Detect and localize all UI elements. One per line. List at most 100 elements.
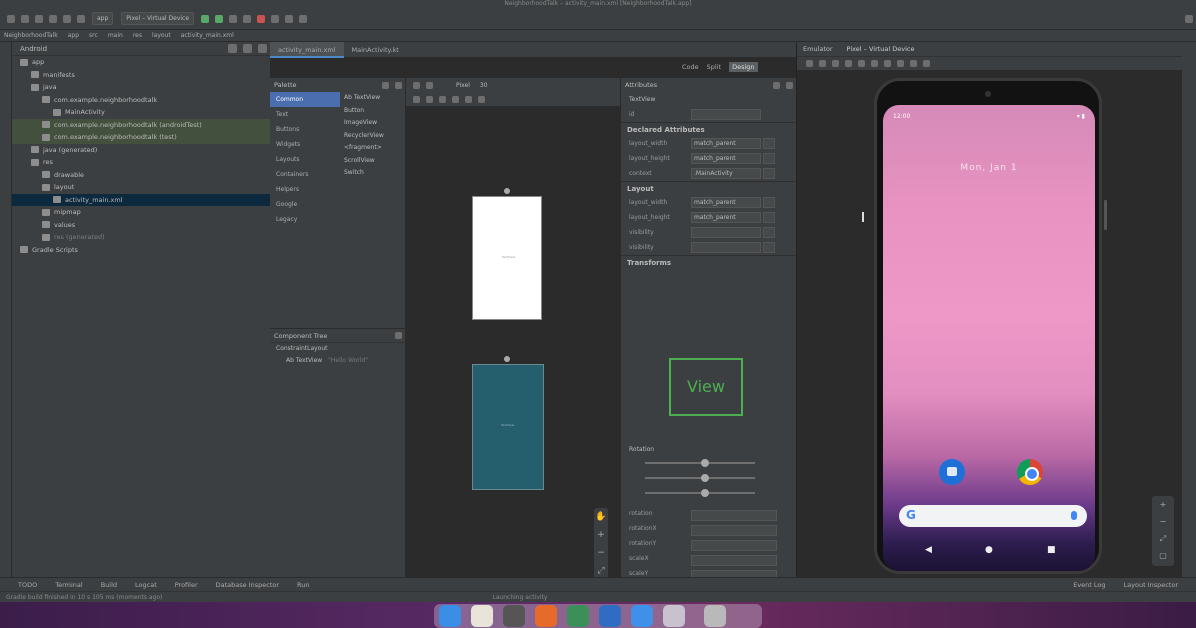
code-view-button[interactable]: Code xyxy=(682,63,699,71)
tree-node-constraint-layout[interactable]: ConstraintLayout xyxy=(270,343,405,355)
breadcrumb-item[interactable]: activity_main.xml xyxy=(181,32,234,39)
launchpad-icon[interactable] xyxy=(471,605,493,627)
palette-widget[interactable]: Button xyxy=(340,105,384,118)
open-folder-icon[interactable] xyxy=(7,14,15,23)
tree-node-textview[interactable]: Ab TextView "Hello World" xyxy=(270,355,405,367)
tree-item[interactable]: layout xyxy=(12,181,270,194)
attr-value-field[interactable]: match_parent xyxy=(691,197,761,208)
todo-tab[interactable]: TODO xyxy=(18,581,37,589)
tree-item[interactable]: res xyxy=(12,156,270,169)
attr-value-field[interactable] xyxy=(691,525,777,536)
tree-item[interactable]: com.example.neighborhoodtalk (test) xyxy=(12,131,270,144)
palette-category[interactable]: Google xyxy=(270,197,340,212)
zoom-in-button[interactable]: + xyxy=(1152,496,1174,513)
left-tool-strip[interactable] xyxy=(0,42,12,577)
fit-screen-button[interactable]: ⤢ xyxy=(1152,530,1174,547)
zoom-out-button[interactable]: − xyxy=(1152,513,1174,530)
attr-value-field[interactable]: .MainActivity xyxy=(691,168,761,179)
declared-attributes-section[interactable]: Declared Attributes xyxy=(621,122,796,136)
nav-home-button[interactable]: ● xyxy=(985,545,993,555)
tree-item[interactable]: manifests xyxy=(12,69,270,82)
magnet-icon[interactable] xyxy=(426,95,433,103)
breadcrumb-item[interactable]: main xyxy=(108,32,123,39)
volume-up-icon[interactable] xyxy=(819,60,826,67)
breadcrumb-item[interactable]: res xyxy=(133,32,142,39)
tab-main-activity[interactable]: MainActivity.kt xyxy=(344,42,407,58)
tree-item[interactable]: Gradle Scripts xyxy=(12,244,270,257)
tree-item[interactable]: com.example.neighborhoodtalk xyxy=(12,94,270,107)
firefox-icon[interactable] xyxy=(535,605,557,627)
gear-icon[interactable] xyxy=(395,332,402,339)
logcat-tab[interactable]: Logcat xyxy=(135,581,157,589)
attr-value-field[interactable]: match_parent xyxy=(691,153,761,164)
dropdown-icon[interactable] xyxy=(763,168,775,179)
palette-widget[interactable]: <fragment> xyxy=(340,142,384,155)
dropdown-icon[interactable] xyxy=(763,242,775,253)
right-tool-strip[interactable] xyxy=(1182,42,1196,577)
device-selector[interactable]: Pixel – Virtual Device xyxy=(121,12,195,25)
palette-category[interactable]: Legacy xyxy=(270,212,340,227)
margin-icon[interactable] xyxy=(439,95,446,103)
hammer-icon[interactable] xyxy=(77,14,85,23)
breadcrumb-item[interactable]: NeighborhoodTalk xyxy=(4,32,58,39)
api-dropdown[interactable]: 30 xyxy=(480,82,488,89)
slider-knob[interactable] xyxy=(701,459,709,467)
event-log-tab[interactable]: Event Log xyxy=(1073,581,1105,589)
dropdown-icon[interactable] xyxy=(763,153,775,164)
tree-item[interactable]: mipmap xyxy=(12,206,270,219)
home-icon[interactable] xyxy=(884,60,891,67)
palette-widget[interactable]: ScrollView xyxy=(340,155,384,168)
layout-inspector-tab[interactable]: Layout Inspector xyxy=(1124,581,1178,589)
tree-item[interactable]: java (generated) xyxy=(12,144,270,157)
module-selector[interactable]: app xyxy=(92,12,114,25)
pan-icon[interactable]: ✋ xyxy=(594,508,608,526)
rotation-y-slider[interactable] xyxy=(645,474,755,482)
profiler-tab[interactable]: Profiler xyxy=(175,581,198,589)
emulator-tab[interactable]: Emulator xyxy=(803,42,833,56)
undo-icon[interactable] xyxy=(49,14,57,23)
android-studio-icon[interactable] xyxy=(567,605,589,627)
build-tab[interactable]: Build xyxy=(101,581,117,589)
gradle-sync-icon[interactable] xyxy=(271,14,280,23)
clear-constraints-icon[interactable] xyxy=(452,95,459,103)
tree-item[interactable]: com.example.neighborhoodtalk (androidTes… xyxy=(12,118,270,131)
database-inspector-tab[interactable]: Database Inspector xyxy=(216,581,279,589)
messages-app-icon[interactable] xyxy=(939,459,965,485)
nav-recents-button[interactable]: ■ xyxy=(1047,545,1056,555)
save-icon[interactable] xyxy=(21,14,29,23)
attr-value-field[interactable]: match_parent xyxy=(691,212,761,223)
split-view-button[interactable]: Split xyxy=(707,63,721,71)
attr-value-field[interactable] xyxy=(691,540,777,551)
palette-category[interactable]: Containers xyxy=(270,167,340,182)
rotate-left-icon[interactable] xyxy=(845,60,852,67)
dropdown-icon[interactable] xyxy=(763,138,775,149)
overview-icon[interactable] xyxy=(897,60,904,67)
breadcrumb-item[interactable]: src xyxy=(89,32,98,39)
debug-icon[interactable] xyxy=(229,14,238,23)
gear-icon[interactable] xyxy=(243,44,252,53)
nav-back-button[interactable]: ◀ xyxy=(925,545,932,555)
chrome-app-icon[interactable] xyxy=(1017,459,1043,485)
palette-category[interactable]: Common xyxy=(270,92,340,107)
orientation-icon[interactable] xyxy=(426,81,433,89)
safari-icon[interactable] xyxy=(631,605,653,627)
design-preview[interactable]: TextView xyxy=(472,196,542,320)
slider-knob[interactable] xyxy=(701,489,709,497)
eye-icon[interactable] xyxy=(413,95,420,103)
zoom-actual-button[interactable]: ▢ xyxy=(1152,547,1174,564)
attr-value-field[interactable] xyxy=(691,227,761,238)
power-icon[interactable] xyxy=(806,60,813,67)
rotation-x-slider[interactable] xyxy=(645,459,755,467)
design-canvas[interactable]: Pixel 30 TextView TextView ✋ + − ⤢ xyxy=(406,78,620,590)
blueprint-preview[interactable]: TextView xyxy=(472,364,544,490)
vscode-icon[interactable] xyxy=(599,605,621,627)
attr-value-field[interactable] xyxy=(691,555,777,566)
palette-category[interactable]: Helpers xyxy=(270,182,340,197)
minimize-icon[interactable] xyxy=(258,44,267,53)
infer-constraints-icon[interactable] xyxy=(465,95,472,103)
design-view-button[interactable]: Design xyxy=(729,62,758,72)
volume-down-icon[interactable] xyxy=(832,60,839,67)
palette-category[interactable]: Buttons xyxy=(270,122,340,137)
breadcrumb-item[interactable]: app xyxy=(68,32,79,39)
gear-icon[interactable] xyxy=(395,81,402,89)
